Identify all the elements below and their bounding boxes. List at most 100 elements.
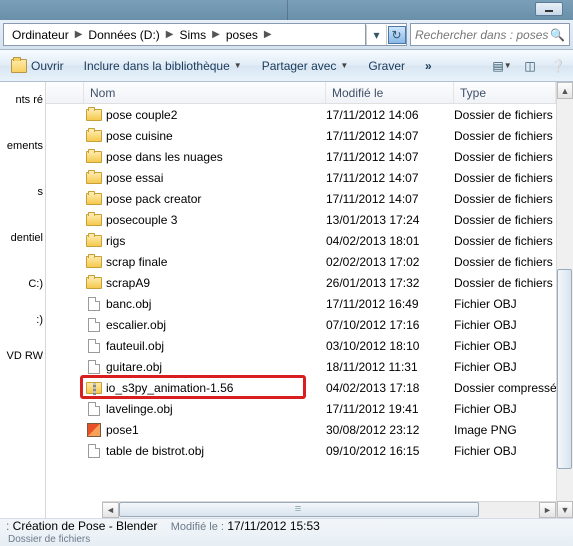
folder-icon: [84, 130, 104, 142]
folder-open-icon: [11, 59, 27, 73]
folder-icon: [84, 193, 104, 205]
refresh-button[interactable]: ↻: [386, 25, 406, 45]
file-row[interactable]: pose dans les nuages17/11/2012 14:07Doss…: [46, 146, 556, 167]
sidebar-item[interactable]: C:): [0, 266, 45, 302]
column-header-type[interactable]: Type: [454, 82, 556, 103]
scroll-up-button[interactable]: ▲: [557, 82, 573, 99]
file-name: guitare.obj: [104, 360, 326, 374]
toolbar-overflow-button[interactable]: »: [420, 56, 433, 76]
chevron-right-icon[interactable]: ▶: [73, 29, 85, 40]
column-header-name[interactable]: Nom: [84, 82, 326, 103]
file-row[interactable]: scrapA926/01/2013 17:32Dossier de fichie…: [46, 272, 556, 293]
file-row[interactable]: pose couple217/11/2012 14:06Dossier de f…: [46, 104, 556, 125]
scroll-thumb[interactable]: [557, 269, 572, 469]
scroll-track[interactable]: [557, 99, 573, 501]
scroll-down-button[interactable]: ▼: [557, 501, 573, 518]
file-pane: Nom Modifié le Type pose couple217/11/20…: [46, 82, 573, 518]
navigation-sidebar[interactable]: nts ré ements s dentiel C:):)VD RW: [0, 82, 46, 518]
file-list[interactable]: pose couple217/11/2012 14:06Dossier de f…: [46, 104, 556, 501]
file-name: pose dans les nuages: [104, 150, 326, 164]
file-row[interactable]: io_s3py_animation-1.5604/02/2013 17:18Do…: [46, 377, 556, 398]
chevron-right-icon[interactable]: ▶: [262, 29, 274, 40]
file-type: Image PNG: [454, 423, 556, 437]
image-icon: [84, 423, 104, 437]
breadcrumb[interactable]: Ordinateur▶Données (D:)▶Sims▶poses▶: [3, 23, 366, 46]
scroll-thumb[interactable]: [119, 502, 479, 517]
preview-prefix: :: [6, 519, 13, 533]
file-type: Dossier de fichiers: [454, 276, 556, 290]
window-titlebar: [0, 0, 573, 20]
details-modified-label: Modifié le :: [171, 521, 224, 533]
sidebar-item[interactable]: :): [0, 302, 45, 338]
toolbar: Ouvrir Inclure dans la bibliothèque ▼ Pa…: [0, 50, 573, 82]
open-button[interactable]: Ouvrir: [6, 56, 69, 76]
file-modified: 17/11/2012 19:41: [326, 402, 454, 416]
file-type: Fichier OBJ: [454, 318, 556, 332]
file-row[interactable]: banc.obj17/11/2012 16:49Fichier OBJ: [46, 293, 556, 314]
scroll-track[interactable]: [119, 502, 539, 518]
file-modified: 17/11/2012 14:07: [326, 192, 454, 206]
search-input[interactable]: Rechercher dans : poses 🔍: [410, 23, 570, 46]
breadcrumb-segment[interactable]: Sims: [175, 24, 210, 45]
address-buttons: ▾ ↻: [366, 23, 407, 46]
file-icon: [84, 402, 104, 416]
preview-pane-button[interactable]: ◫: [521, 58, 539, 74]
file-row[interactable]: rigs04/02/2013 18:01Dossier de fichiers: [46, 230, 556, 251]
file-type: Dossier de fichiers: [454, 255, 556, 269]
file-icon: [84, 444, 104, 458]
file-row[interactable]: guitare.obj18/11/2012 11:31Fichier OBJ: [46, 356, 556, 377]
breadcrumb-segment[interactable]: poses: [222, 24, 262, 45]
sidebar-item[interactable]: s: [0, 174, 45, 210]
view-options-button[interactable]: ▤ ▼: [493, 58, 511, 74]
folder-icon: [84, 172, 104, 184]
folder-icon: [84, 151, 104, 163]
sidebar-item[interactable]: nts ré: [0, 82, 45, 118]
breadcrumb-segment[interactable]: Données (D:): [84, 24, 163, 45]
file-name: pose essai: [104, 171, 326, 185]
file-modified: 17/11/2012 14:07: [326, 150, 454, 164]
file-modified: 17/11/2012 16:49: [326, 297, 454, 311]
column-header-modified[interactable]: Modifié le: [326, 82, 454, 103]
sidebar-item[interactable]: dentiel: [0, 220, 45, 256]
folder-icon: [84, 235, 104, 247]
sidebar-item[interactable]: VD RW: [0, 338, 45, 374]
sidebar-item[interactable]: ements: [0, 128, 45, 164]
file-row[interactable]: pose pack creator17/11/2012 14:07Dossier…: [46, 188, 556, 209]
file-row[interactable]: escalier.obj07/10/2012 17:16Fichier OBJ: [46, 314, 556, 335]
vertical-scrollbar[interactable]: ▲ ▼: [556, 82, 573, 518]
file-row[interactable]: scrap finale02/02/2013 17:02Dossier de f…: [46, 251, 556, 272]
column-headers: Nom Modifié le Type: [46, 82, 556, 104]
minimize-button[interactable]: [535, 2, 563, 16]
file-name: pose1: [104, 423, 326, 437]
file-modified: 26/01/2013 17:32: [326, 276, 454, 290]
scroll-left-button[interactable]: ◄: [102, 502, 119, 518]
scroll-right-button[interactable]: ►: [539, 502, 556, 518]
chevron-right-icon[interactable]: ▶: [210, 29, 222, 40]
file-icon: [84, 318, 104, 332]
chevron-down-icon: ▼: [234, 61, 242, 70]
file-row[interactable]: pose essai17/11/2012 14:07Dossier de fic…: [46, 167, 556, 188]
file-row[interactable]: posecouple 313/01/2013 17:24Dossier de f…: [46, 209, 556, 230]
breadcrumb-segment[interactable]: Ordinateur: [8, 24, 73, 45]
burn-button[interactable]: Graver: [363, 56, 410, 76]
file-row[interactable]: table de bistrot.obj09/10/2012 16:15Fich…: [46, 440, 556, 461]
file-name: banc.obj: [104, 297, 326, 311]
chevron-right-icon[interactable]: ▶: [164, 29, 176, 40]
share-with-button[interactable]: Partager avec ▼: [257, 56, 354, 76]
file-modified: 17/11/2012 14:06: [326, 108, 454, 122]
folder-icon: [84, 277, 104, 289]
file-modified: 18/11/2012 11:31: [326, 360, 454, 374]
file-type: Fichier OBJ: [454, 339, 556, 353]
file-icon: [84, 360, 104, 374]
file-type: Dossier compressé: [454, 381, 556, 395]
include-library-button[interactable]: Inclure dans la bibliothèque ▼: [79, 56, 247, 76]
file-type: Dossier de fichiers: [454, 171, 556, 185]
file-row[interactable]: pose cuisine17/11/2012 14:07Dossier de f…: [46, 125, 556, 146]
file-name: posecouple 3: [104, 213, 326, 227]
file-row[interactable]: lavelinge.obj17/11/2012 19:41Fichier OBJ: [46, 398, 556, 419]
horizontal-scrollbar[interactable]: ◄ ►: [102, 501, 556, 518]
file-row[interactable]: pose130/08/2012 23:12Image PNG: [46, 419, 556, 440]
file-row[interactable]: fauteuil.obj03/10/2012 18:10Fichier OBJ: [46, 335, 556, 356]
history-dropdown-button[interactable]: ▾: [366, 25, 386, 45]
help-button[interactable]: ❔: [549, 58, 567, 74]
